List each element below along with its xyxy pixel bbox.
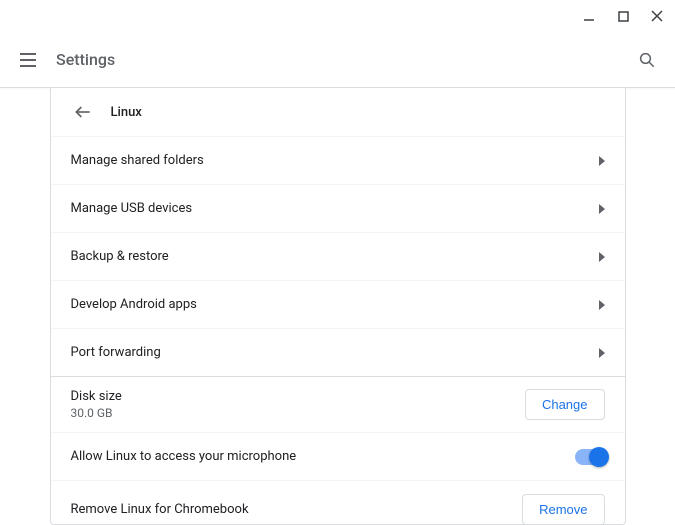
subpage-title: Linux <box>111 105 142 120</box>
app-title: Settings <box>56 50 635 69</box>
row-label: Manage USB devices <box>71 201 193 216</box>
menu-icon[interactable] <box>16 48 40 72</box>
subpage-header: Linux <box>51 88 625 137</box>
disk-size-label: Disk size <box>71 389 122 404</box>
row-label: Backup & restore <box>71 249 169 264</box>
window-titlebar <box>0 0 675 32</box>
row-label: Manage shared folders <box>71 153 204 168</box>
mic-access-row: Allow Linux to access your microphone <box>51 433 625 481</box>
row-label: Develop Android apps <box>71 297 197 312</box>
mic-access-label: Allow Linux to access your microphone <box>71 449 297 464</box>
settings-panel: Linux Manage shared folders Manage USB d… <box>50 88 626 525</box>
row-label: Port forwarding <box>71 345 161 360</box>
chevron-right-icon <box>597 348 605 358</box>
chevron-right-icon <box>597 204 605 214</box>
disk-size-row: Disk size 30.0 GB Change <box>51 377 625 433</box>
nav-row-port-forwarding[interactable]: Port forwarding <box>51 329 625 377</box>
back-button[interactable] <box>71 100 95 124</box>
nav-row-backup-restore[interactable]: Backup & restore <box>51 233 625 281</box>
nav-row-develop-android-apps[interactable]: Develop Android apps <box>51 281 625 329</box>
nav-row-manage-usb-devices[interactable]: Manage USB devices <box>51 185 625 233</box>
content-area: Linux Manage shared folders Manage USB d… <box>0 88 675 525</box>
minimize-button[interactable] <box>577 4 601 28</box>
remove-linux-row: Remove Linux for Chromebook Remove <box>51 481 625 525</box>
close-button[interactable] <box>645 4 669 28</box>
nav-row-manage-shared-folders[interactable]: Manage shared folders <box>51 137 625 185</box>
chevron-right-icon <box>597 156 605 166</box>
change-button[interactable]: Change <box>525 389 605 420</box>
disk-size-value: 30.0 GB <box>71 406 122 420</box>
maximize-button[interactable] <box>611 4 635 28</box>
chevron-right-icon <box>597 252 605 262</box>
remove-linux-label: Remove Linux for Chromebook <box>71 502 249 517</box>
mic-access-toggle[interactable] <box>575 449 605 465</box>
remove-button[interactable]: Remove <box>522 494 604 525</box>
app-toolbar: Settings <box>0 32 675 88</box>
search-icon[interactable] <box>635 48 659 72</box>
chevron-right-icon <box>597 300 605 310</box>
